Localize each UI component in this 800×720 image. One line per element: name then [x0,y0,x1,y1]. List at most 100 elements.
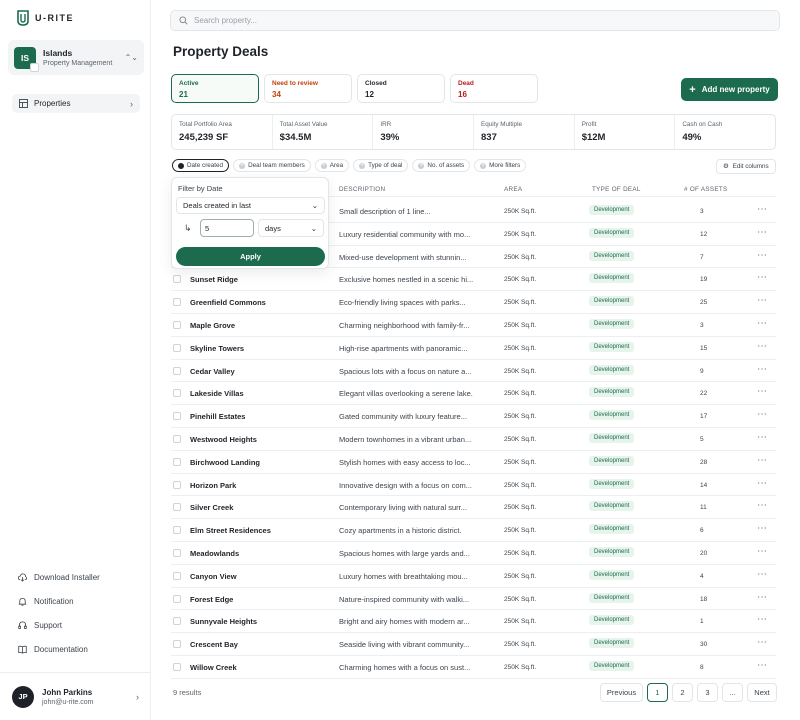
more-options-icon[interactable]: ⋯ [757,341,768,352]
table-row[interactable]: Cedar Valley Spacious lots with a focus o… [171,360,776,383]
kpi-irr: IRR 39% [373,115,475,149]
more-options-icon[interactable]: ⋯ [757,592,768,603]
row-checkbox[interactable] [173,663,181,671]
row-checkbox[interactable] [173,457,181,466]
more-options-icon[interactable]: ⋯ [757,386,768,397]
row-checkbox[interactable] [173,275,181,284]
kpi-total-asset-value: Total Asset Value $34.5M [273,115,374,149]
table-row[interactable]: Silver Creek Contemporary living with nat… [171,496,776,520]
row-checkbox[interactable] [173,321,181,329]
table-row[interactable]: Sunnyvale Heights Bright and airy homes w… [171,610,776,634]
property-description: Bright and airy homes with modern ar... [339,617,470,627]
edit-columns-button[interactable]: ⚙ Edit columns [716,159,776,174]
more-options-icon[interactable]: ⋯ [757,272,768,283]
sidebar-item-properties[interactable]: Properties › [12,94,140,113]
more-options-icon[interactable]: ⋯ [757,569,768,580]
search-input[interactable] [194,16,594,25]
table-row[interactable]: Westwood Heights Modern townhomes in a vi… [171,428,776,451]
filter-date-created[interactable]: Date created [172,159,230,172]
notification-link[interactable]: Notification [18,597,74,606]
date-unit-select[interactable]: days ⌄ [258,219,324,237]
more-options-icon[interactable]: ⋯ [757,432,768,443]
filter-area[interactable]: + Area [314,159,350,172]
download-installer-label: Download Installer [34,573,100,582]
property-name: Forest Edge [190,594,234,604]
table-row[interactable]: Canyon View Luxury homes with breathtakin… [171,565,776,588]
tab-active[interactable]: Active 21 [171,74,259,103]
asset-count: 19 [700,276,708,284]
table-row[interactable]: Greenfield Commons Eco-friendly living sp… [171,291,776,314]
table-row[interactable]: Elm Street Residences Cozy apartments in … [171,519,776,542]
table-row[interactable]: Skyline Towers High-rise apartments with … [171,337,776,360]
row-checkbox[interactable] [173,571,181,580]
more-options-icon[interactable]: ⋯ [757,637,768,648]
row-checkbox[interactable] [173,298,181,307]
more-options-icon[interactable]: ⋯ [757,364,768,375]
row-checkbox[interactable] [173,343,181,352]
table-row[interactable]: Crescent Bay Seaside living with vibrant … [171,633,776,656]
row-checkbox[interactable] [173,549,181,557]
more-options-icon[interactable]: ⋯ [757,455,768,466]
more-options-icon[interactable]: ⋯ [757,250,768,261]
support-link[interactable]: Support [18,621,62,630]
row-checkbox[interactable] [173,389,181,398]
filter-no-of-assets[interactable]: + No. of assets [412,159,471,172]
download-installer-link[interactable]: Download Installer [18,573,100,582]
table-row[interactable]: Forest Edge Nature-inspired community wit… [171,588,776,611]
search-bar[interactable] [170,10,780,31]
row-checkbox[interactable] [173,435,181,443]
page-1-button[interactable]: 1 [647,683,668,702]
column-header-type[interactable]: TYPE OF DEAL [592,186,641,193]
table-row[interactable]: Birchwood Landing Stylish homes with easy… [171,451,776,474]
column-header-description[interactable]: DESCRIPTION [339,186,385,193]
previous-page-button[interactable]: Previous [600,683,643,702]
user-menu[interactable]: JP John Parkins john@u-rite.com › [0,672,151,720]
table-row[interactable]: Willow Creek Charming homes with a focus … [171,656,776,679]
table-row[interactable]: Horizon Park Innovative design with a foc… [171,474,776,497]
more-options-icon[interactable]: ⋯ [757,500,768,511]
tab-closed[interactable]: Closed 12 [357,74,445,103]
page-2-button[interactable]: 2 [672,683,693,702]
more-options-icon[interactable]: ⋯ [757,614,768,625]
table-row[interactable]: Pinehill Estates Gated community with lux… [171,405,776,428]
documentation-link[interactable]: Documentation [18,645,88,654]
column-header-assets[interactable]: # OF ASSETS [684,186,728,193]
row-checkbox[interactable] [173,412,181,421]
more-options-icon[interactable]: ⋯ [757,523,768,534]
more-options-icon[interactable]: ⋯ [757,660,768,671]
tab-dead[interactable]: Dead 16 [450,74,538,103]
row-checkbox[interactable] [173,526,181,535]
asset-count: 17 [700,413,708,421]
more-options-icon[interactable]: ⋯ [757,295,768,306]
more-options-icon[interactable]: ⋯ [757,227,768,238]
filter-deal-team-members[interactable]: + Deal team members [233,159,311,172]
more-options-icon[interactable]: ⋯ [757,204,768,215]
table-row[interactable]: Meadowlands Spacious homes with large yar… [171,542,776,565]
apply-button[interactable]: Apply [176,247,325,266]
row-checkbox[interactable] [173,480,181,489]
filter-type-of-deal[interactable]: + Type of deal [353,159,409,172]
filter-more-filters[interactable]: + More filters [474,159,527,172]
next-page-button[interactable]: Next [747,683,777,702]
table-row[interactable]: Lakeside Villas Elegant villas overlookin… [171,382,776,406]
row-checkbox[interactable] [173,503,181,512]
date-mode-select[interactable]: Deals created in last ⌄ [176,197,325,214]
workspace-avatar: IS [14,46,39,72]
add-new-property-button[interactable]: + Add new property [681,78,778,101]
more-options-icon[interactable]: ⋯ [757,478,768,489]
more-options-icon[interactable]: ⋯ [757,409,768,420]
row-checkbox[interactable] [173,594,181,603]
page-3-button[interactable]: 3 [697,683,718,702]
date-amount-input[interactable]: 5 [200,219,254,237]
tab-need-to-review[interactable]: Need to review 34 [264,74,352,103]
more-options-icon[interactable]: ⋯ [757,546,768,557]
row-checkbox[interactable] [173,617,181,626]
table-row[interactable]: Sunset Ridge Exclusive homes nestled in a… [171,268,776,292]
row-checkbox[interactable] [173,640,181,649]
app-logo[interactable]: U-RITE [16,10,74,26]
table-row[interactable]: Maple Grove Charming neighborhood with fa… [171,314,776,337]
workspace-switcher[interactable]: IS Islands Property Management ⌃⌄ [8,40,144,75]
more-options-icon[interactable]: ⋯ [757,318,768,329]
row-checkbox[interactable] [173,366,181,375]
column-header-area[interactable]: AREA [504,186,522,193]
